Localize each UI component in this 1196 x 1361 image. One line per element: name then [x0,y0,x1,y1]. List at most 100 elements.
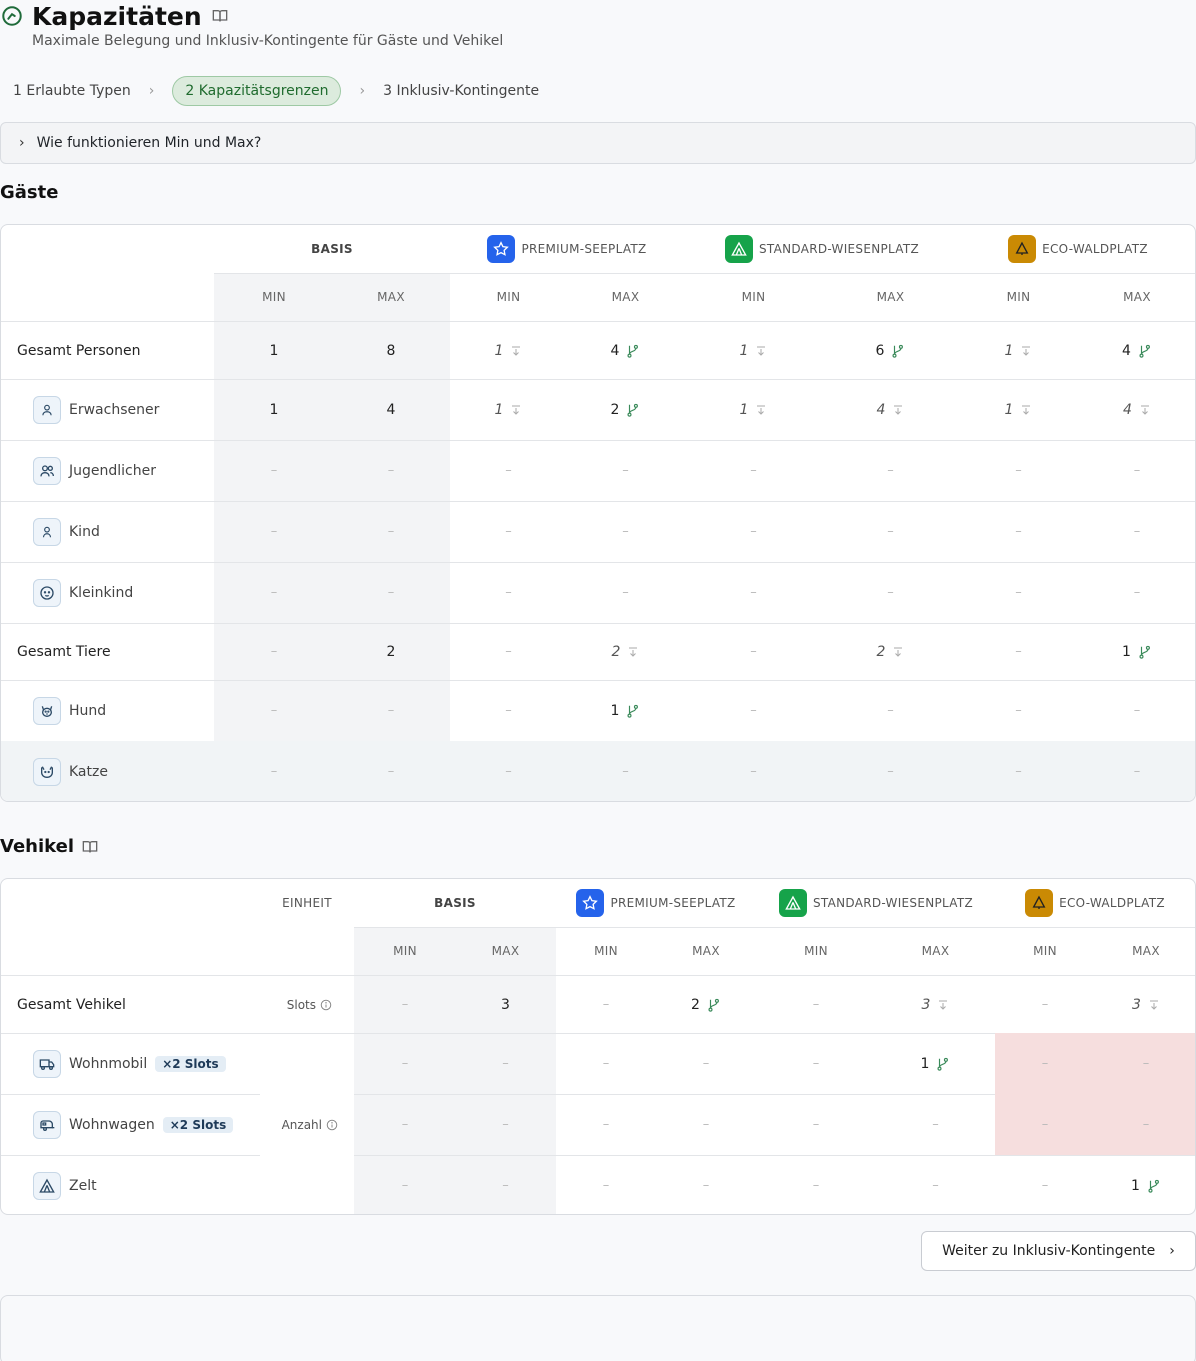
value-cell[interactable]: – [450,680,567,741]
value-cell[interactable]: – [822,741,959,801]
value-cell[interactable]: – [1078,562,1195,623]
value-cell[interactable]: – [1095,1033,1195,1094]
value-cell[interactable]: 4 [332,379,450,440]
value-cell[interactable]: 2 [332,623,450,680]
value-cell[interactable]: – [959,680,1078,741]
value-cell[interactable]: 2 [656,976,756,1033]
value-cell[interactable]: – [876,1094,995,1155]
value-cell[interactable]: – [215,680,333,741]
value-cell[interactable]: – [685,741,822,801]
value-cell[interactable]: 1 [450,379,567,440]
value-cell[interactable]: – [556,1155,656,1214]
value-cell[interactable]: – [685,440,822,501]
value-cell[interactable]: – [567,440,684,501]
value-cell[interactable]: 4 [567,322,684,379]
value-cell[interactable]: – [876,1155,995,1214]
value-cell[interactable]: – [1078,680,1195,741]
value-cell[interactable]: – [822,562,959,623]
value-cell[interactable]: – [450,623,567,680]
value-cell[interactable]: – [450,440,567,501]
value-cell[interactable]: 8 [332,322,450,379]
next-inclusive-quotas-button[interactable]: Weiter zu Inklusiv-Kontingente › [921,1231,1196,1271]
value-cell[interactable]: – [822,680,959,741]
value-cell[interactable]: – [567,741,684,801]
step-inclusive-quotas[interactable]: 3 Inklusiv-Kontingente [383,76,539,106]
value-cell[interactable]: – [355,1155,455,1214]
value-cell[interactable]: – [959,562,1078,623]
info-icon[interactable] [316,999,332,1011]
value-cell[interactable]: 1 [1095,1155,1195,1214]
value-cell[interactable]: – [556,976,656,1033]
value-cell[interactable]: – [959,623,1078,680]
value-cell[interactable]: – [685,501,822,562]
value-cell[interactable]: 4 [822,379,959,440]
book-icon[interactable] [82,839,98,855]
value-cell[interactable]: 1 [215,322,333,379]
value-cell[interactable]: – [822,440,959,501]
value-cell[interactable]: 1 [1078,623,1195,680]
value-cell[interactable]: – [355,1094,455,1155]
value-cell[interactable]: – [332,440,450,501]
value-cell[interactable]: – [1078,440,1195,501]
value-cell[interactable]: – [995,976,1095,1033]
value-cell[interactable]: – [215,440,333,501]
value-cell[interactable]: – [1078,741,1195,801]
value-cell[interactable]: – [756,1155,876,1214]
value-cell[interactable]: 1 [959,322,1078,379]
value-cell[interactable]: 2 [567,379,684,440]
value-cell[interactable]: – [215,562,333,623]
value-cell[interactable]: 1 [876,1033,995,1094]
value-cell[interactable]: – [685,623,822,680]
value-cell[interactable]: 2 [822,623,959,680]
value-cell[interactable]: 1 [959,379,1078,440]
value-cell[interactable]: 3 [876,976,995,1033]
book-icon[interactable] [212,8,228,24]
value-cell[interactable]: 1 [685,322,822,379]
value-cell[interactable]: – [567,501,684,562]
value-cell[interactable]: 1 [450,322,567,379]
value-cell[interactable]: 4 [1078,322,1195,379]
value-cell[interactable]: 1 [567,680,684,741]
step-capacity-limits[interactable]: 2 Kapazitätsgrenzen [172,76,342,106]
value-cell[interactable]: – [215,501,333,562]
value-cell[interactable]: – [656,1033,756,1094]
value-cell[interactable]: 4 [1078,379,1195,440]
value-cell[interactable]: – [332,741,450,801]
value-cell[interactable]: – [685,562,822,623]
value-cell[interactable]: – [822,501,959,562]
value-cell[interactable]: – [959,440,1078,501]
value-cell[interactable]: – [959,741,1078,801]
value-cell[interactable]: – [450,741,567,801]
value-cell[interactable]: – [959,501,1078,562]
value-cell[interactable]: – [995,1155,1095,1214]
value-cell[interactable]: – [995,1094,1095,1155]
value-cell[interactable]: – [567,562,684,623]
info-icon[interactable] [322,1119,338,1131]
value-cell[interactable]: 2 [567,623,684,680]
value-cell[interactable]: – [656,1155,756,1214]
value-cell[interactable]: – [756,976,876,1033]
value-cell[interactable]: 1 [685,379,822,440]
help-accordion[interactable]: › Wie funktionieren Min und Max? [0,122,1196,164]
value-cell[interactable]: 3 [455,976,556,1033]
value-cell[interactable]: – [556,1033,656,1094]
value-cell[interactable]: – [215,741,333,801]
step-allowed-types[interactable]: 1 Erlaubte Typen [13,76,131,106]
value-cell[interactable]: – [355,1033,455,1094]
value-cell[interactable]: – [685,680,822,741]
value-cell[interactable]: 6 [822,322,959,379]
value-cell[interactable]: – [455,1033,556,1094]
value-cell[interactable]: – [455,1155,556,1214]
value-cell[interactable]: – [215,623,333,680]
value-cell[interactable]: – [556,1094,656,1155]
value-cell[interactable]: – [332,562,450,623]
value-cell[interactable]: 1 [215,379,333,440]
value-cell[interactable]: – [756,1094,876,1155]
value-cell[interactable]: – [455,1094,556,1155]
value-cell[interactable]: – [995,1033,1095,1094]
value-cell[interactable]: 3 [1095,976,1195,1033]
value-cell[interactable]: – [332,680,450,741]
value-cell[interactable]: – [332,501,450,562]
value-cell[interactable]: – [756,1033,876,1094]
value-cell[interactable]: – [450,501,567,562]
